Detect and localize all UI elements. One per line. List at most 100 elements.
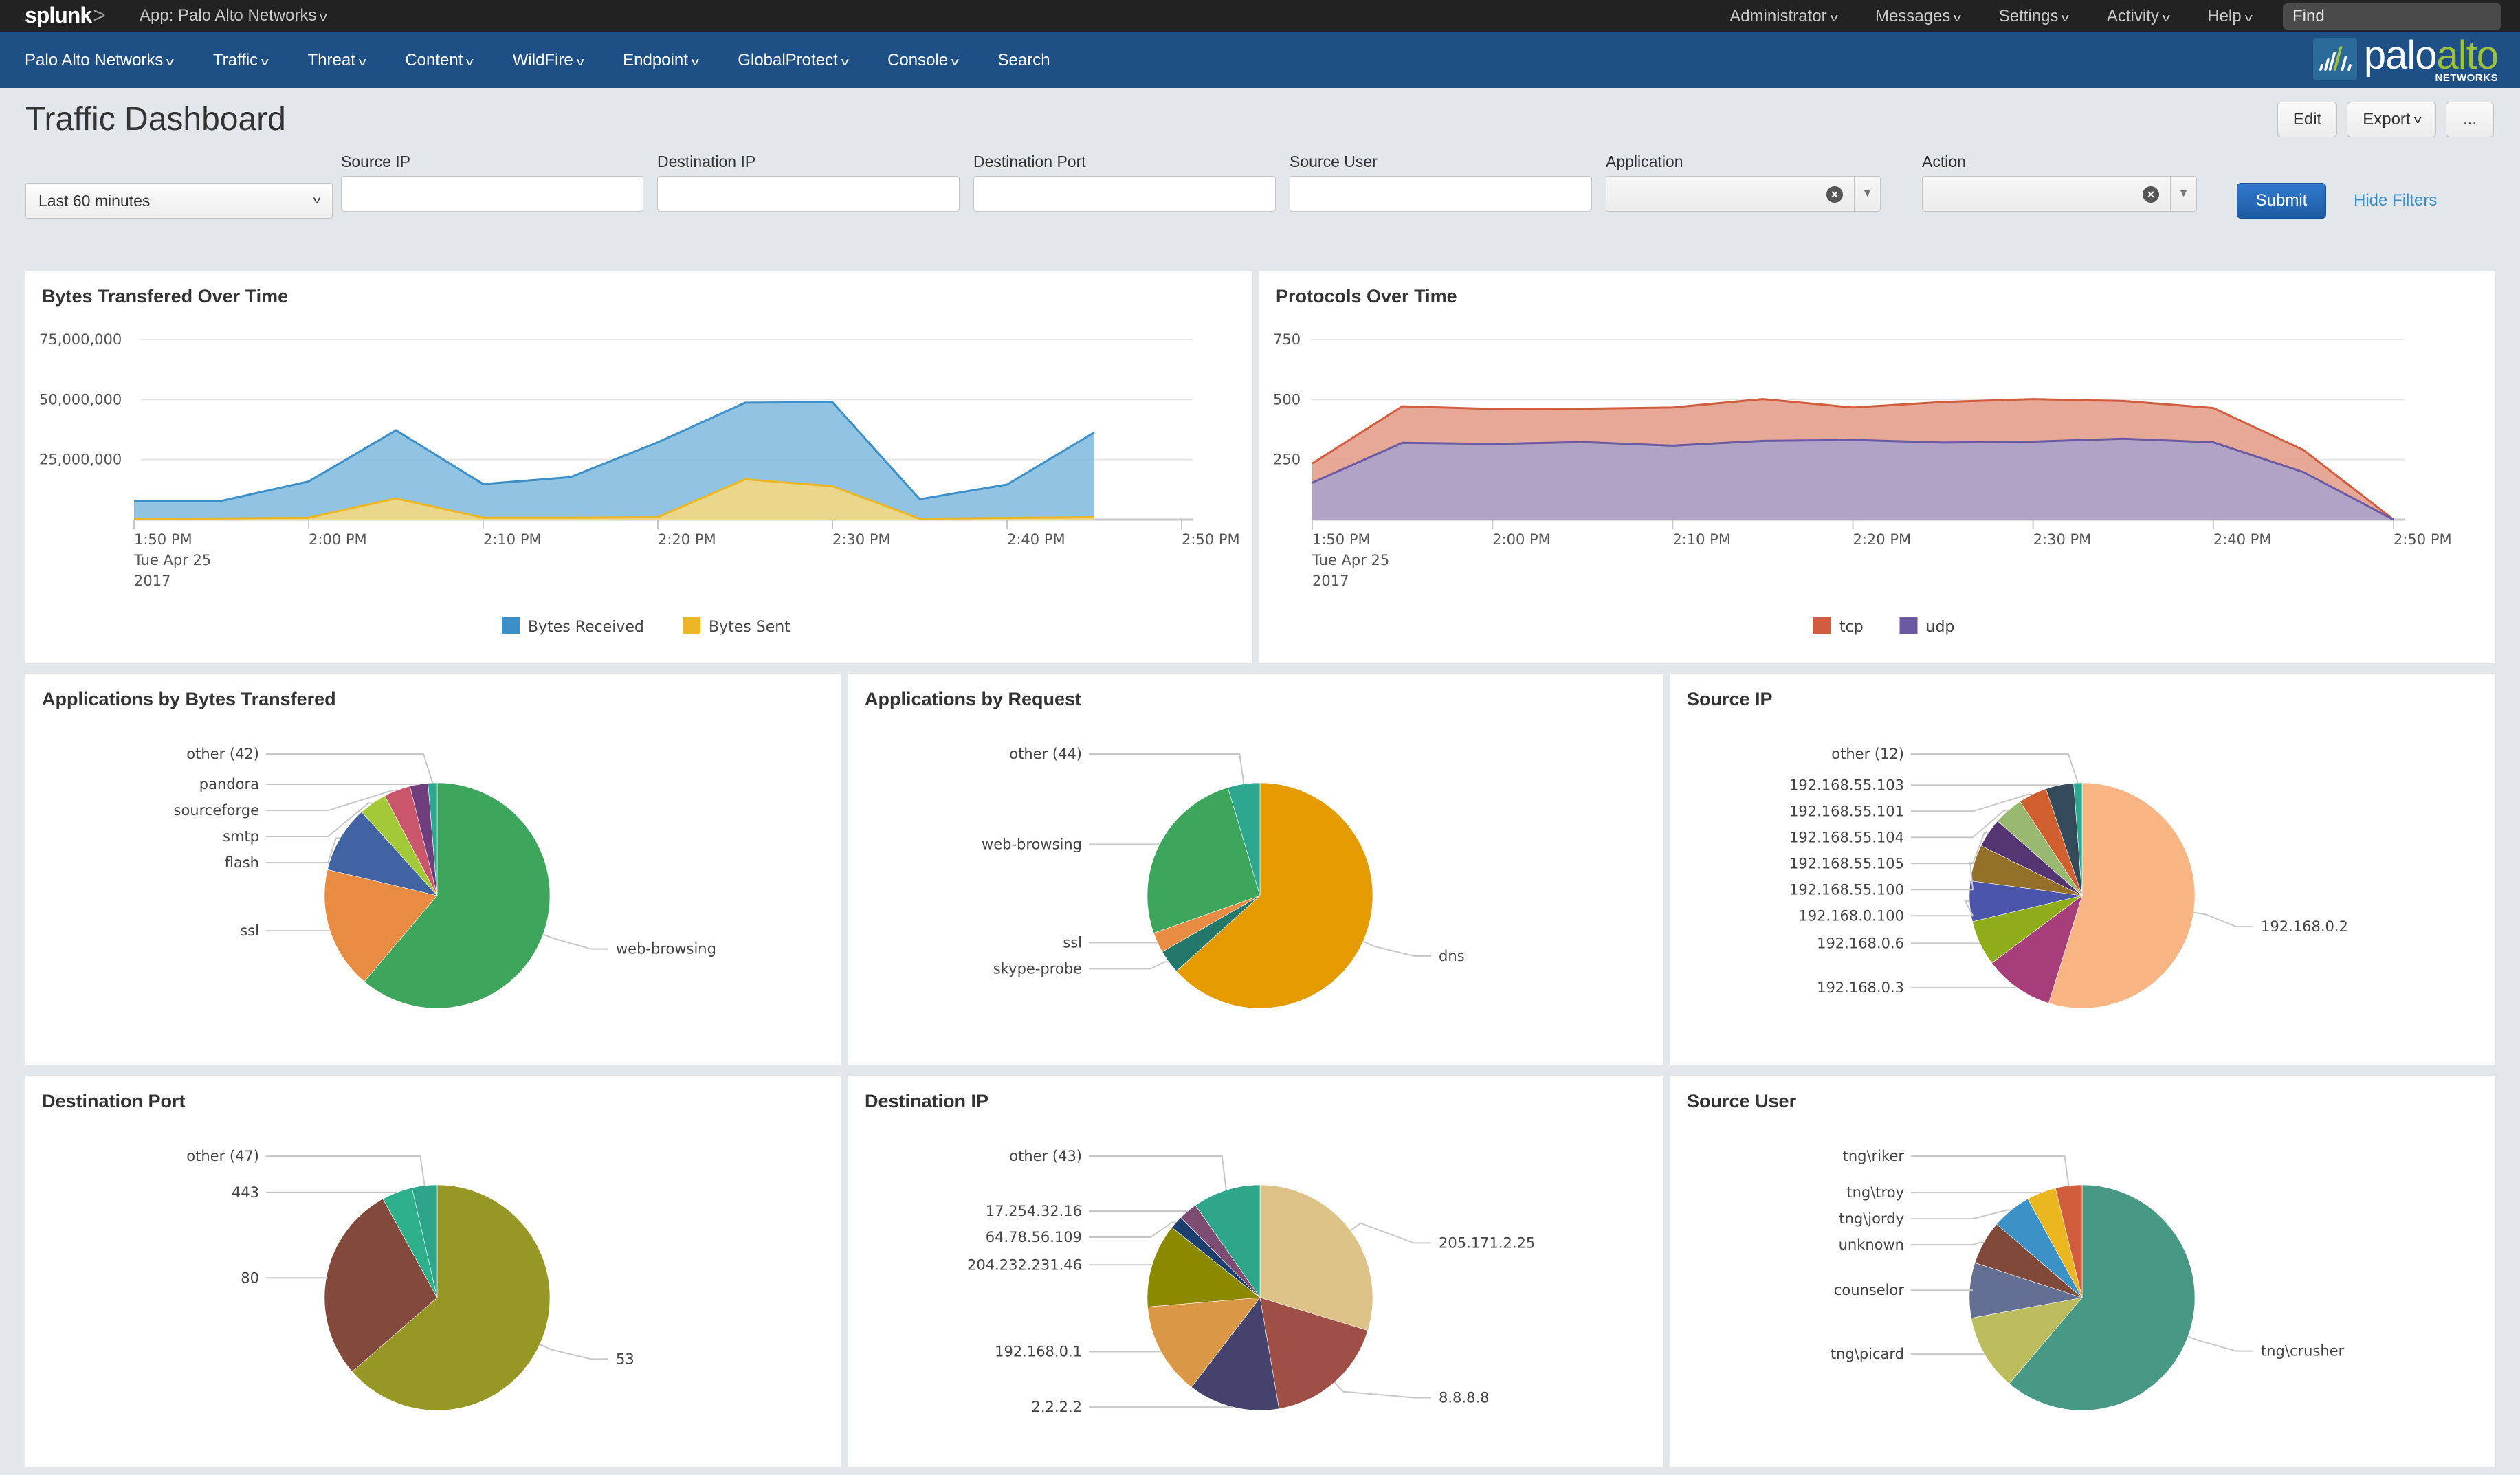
panel-destination-port: Destination Port 53 other (47) 443 80	[25, 1076, 841, 1467]
action-label: Action	[1922, 153, 1966, 170]
pie-label: sourceforge	[174, 802, 260, 819]
action-combobox[interactable]: × ▼	[1922, 176, 2197, 212]
nav-item-palo-alto-networks[interactable]: Palo Alto Networks v	[25, 50, 175, 70]
top-menu-help[interactable]: Help v	[2207, 7, 2253, 26]
logo-alto: alto	[2436, 33, 2499, 78]
y-tick-label: 75,000,000	[39, 331, 122, 348]
logo-networks: NETWORKS	[2435, 72, 2498, 84]
pie-label-leader	[1089, 961, 1169, 970]
pie-label: 192.168.55.103	[1789, 777, 1904, 793]
chevron-down-icon: v	[261, 54, 269, 68]
source-user-input[interactable]	[1290, 176, 1592, 212]
destination-ip-label: Destination IP	[657, 153, 756, 170]
legend-swatch	[502, 617, 520, 634]
chevron-down-icon: v	[1830, 10, 1838, 24]
application-filter: Application × ▼	[1606, 153, 1908, 212]
x-year-label: 2017	[1312, 573, 1349, 589]
nav-item-label: WildFire	[512, 50, 573, 69]
app-menu[interactable]: App: Palo Alto Networks v	[140, 6, 327, 25]
panel-source-user: Source User tng\crusher tng\riker tng\troy…	[1670, 1076, 2495, 1467]
legend-swatch	[1813, 617, 1831, 634]
more-actions-button[interactable]: ...	[2445, 102, 2494, 137]
nav-item-label: Palo Alto Networks	[25, 50, 164, 69]
source-ip-pie: 192.168.0.2 other (12) 192.168.55.103 192.1…	[1789, 746, 2348, 1009]
splunk-logo[interactable]: splunk>	[25, 3, 106, 28]
chevron-down-icon: v	[841, 54, 849, 68]
panel-bytes-over-time: Bytes Transfered Over Time 25,000,000 50,…	[25, 271, 1252, 663]
app-nav-bar: Palo Alto Networks v Traffic v Threat v Conten…	[0, 32, 2520, 88]
source-ip-input[interactable]	[341, 176, 643, 212]
palo-alto-mark-icon	[2312, 38, 2357, 80]
chevron-down-icon: v	[2062, 10, 2070, 24]
destination-ip-input[interactable]	[657, 176, 960, 212]
nav-item-label: GlobalProtect	[738, 50, 838, 69]
clear-icon[interactable]: ×	[1826, 186, 1843, 203]
splunk-top-bar: splunk> App: Palo Alto Networks v Adminis…	[0, 0, 2520, 32]
top-menu-label: Activity	[2106, 6, 2159, 25]
logo-palo: palo	[2363, 33, 2438, 78]
legend-label: udp	[1926, 619, 1955, 636]
panel-destination-ip: Destination IP 205.171.2.25 8.8.8.8 other …	[848, 1076, 1663, 1467]
submit-button[interactable]: Submit	[2237, 183, 2326, 219]
nav-item-search[interactable]: Search	[998, 51, 1050, 70]
palo-alto-wordmark: paloalto NETWORKS	[2363, 33, 2499, 85]
pie-label-leader	[1350, 1222, 1431, 1244]
y-tick-label: 50,000,000	[39, 391, 122, 408]
top-menu-activity[interactable]: Activity v	[2106, 6, 2170, 26]
nav-item-label: Content	[405, 50, 463, 69]
dashboard-actions: Edit Export v ...	[2268, 102, 2494, 137]
destination-ip-pie: 205.171.2.25 8.8.8.8 other (43) 17.254.32.1…	[967, 1148, 1535, 1415]
x-tick-label: 2:50 PM	[1182, 531, 1240, 548]
y-tick-label: 500	[1273, 391, 1301, 408]
area-bytes-received	[134, 402, 1094, 520]
chevron-down-icon: v	[1954, 10, 1961, 24]
top-menu-label: Administrator	[1729, 6, 1827, 25]
chevron-down-icon: v	[466, 54, 474, 68]
destination-port-input[interactable]	[973, 176, 1276, 212]
applications-bytes-pie: web-browsing other (42) pandora sourceforge…	[174, 746, 716, 1009]
chevron-down-icon: v	[691, 54, 699, 68]
pie-label: flash	[225, 854, 259, 871]
hide-filters-link[interactable]: Hide Filters	[2354, 191, 2437, 210]
pie-label-leader	[266, 753, 434, 784]
find-search-input[interactable]	[2283, 3, 2501, 30]
dropdown-arrow-icon[interactable]: ▼	[2170, 177, 2196, 211]
chevron-down-icon: v	[166, 54, 175, 68]
application-combobox[interactable]: × ▼	[1606, 176, 1881, 212]
top-menu-settings[interactable]: Settings v	[1999, 7, 2070, 26]
nav-item-content[interactable]: Content v	[405, 50, 474, 70]
chevron-down-icon: v	[951, 54, 959, 68]
pie-label: 205.171.2.25	[1439, 1234, 1535, 1251]
chevron-down-icon: v	[2413, 113, 2422, 126]
panel-protocols-over-time: Protocols Over Time 250 500 750 1:50 PM 2:00…	[1259, 271, 2495, 663]
nav-item-wildfire[interactable]: WildFire v	[512, 50, 584, 70]
top-menu-administrator[interactable]: Administrator v	[1729, 7, 1837, 26]
pie-label: 17.254.32.16	[986, 1203, 1082, 1219]
x-tick-label: 1:50 PM	[1312, 531, 1371, 548]
legend-swatch	[1899, 617, 1918, 634]
top-menu-messages[interactable]: Messages v	[1875, 7, 1961, 26]
pie-label: other (44)	[1009, 746, 1082, 762]
nav-item-traffic[interactable]: Traffic v	[212, 50, 269, 70]
nav-item-globalprotect[interactable]: GlobalProtect v	[738, 51, 848, 70]
chevron-down-icon: v	[576, 54, 584, 68]
pie-label: ssl	[1063, 934, 1082, 951]
pie-label: web-browsing	[616, 941, 716, 957]
time-range-picker[interactable]: Last 60 minutes v	[25, 183, 333, 219]
top-menus: Administrator v Messages v Settings v Activity…	[1729, 0, 2520, 32]
edit-button[interactable]: Edit	[2277, 102, 2338, 137]
nav-item-label: Traffic	[212, 50, 258, 69]
export-button[interactable]: Export v	[2347, 102, 2436, 137]
chevron-down-icon: v	[320, 10, 328, 23]
chevron-down-icon: v	[2244, 10, 2253, 24]
clear-icon[interactable]: ×	[2143, 186, 2159, 203]
more-actions-label: ...	[2462, 110, 2477, 129]
nav-item-endpoint[interactable]: Endpoint v	[623, 51, 698, 70]
nav-item-console[interactable]: Console v	[887, 51, 959, 70]
dropdown-arrow-icon[interactable]: ▼	[1854, 177, 1880, 211]
pie-label-leader	[1089, 1221, 1177, 1238]
pie-label: 64.78.56.109	[986, 1229, 1082, 1245]
pie-label: 8.8.8.8	[1439, 1389, 1489, 1406]
pie-label-leader	[1089, 1155, 1227, 1190]
nav-item-threat[interactable]: Threat v	[308, 51, 366, 70]
